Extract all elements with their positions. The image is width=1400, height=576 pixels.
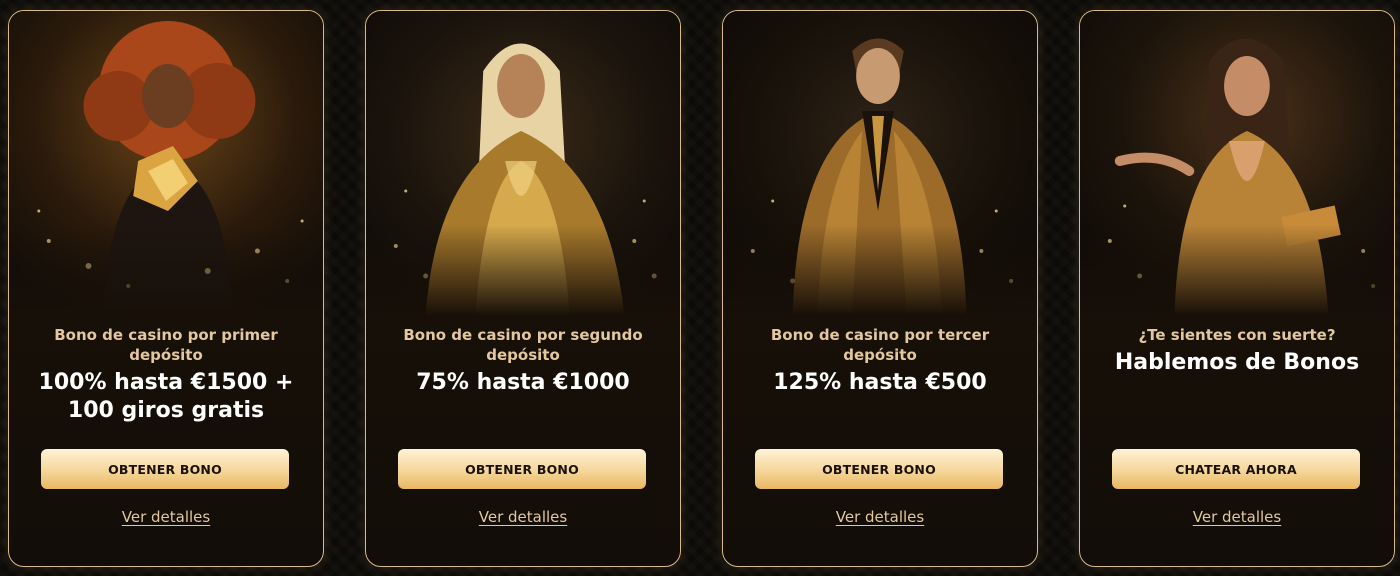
get-bonus-button[interactable]: OBTENER BONO (41, 449, 289, 489)
card-headline: 75% hasta €1000 (416, 370, 630, 395)
card-headline: Hablemos de Bonos (1114, 350, 1360, 375)
chat-now-button[interactable]: CHATEAR AHORA (1112, 449, 1360, 489)
card-content: Bono de casino por tercer depósito 125% … (723, 325, 1037, 397)
bonus-card-third-deposit: Bono de casino por tercer depósito 125% … (722, 10, 1038, 567)
card-content: Bono de casino por primer depósito 100% … (9, 325, 323, 425)
get-bonus-button[interactable]: OBTENER BONO (398, 449, 646, 489)
card-illustration (1080, 11, 1394, 316)
card-illustration (366, 11, 680, 316)
card-headline: 100% hasta €1500 + 100 giros gratis (38, 370, 294, 423)
card-illustration (723, 11, 1037, 316)
card-subtitle: Bono de casino por segundo depósito (403, 326, 643, 364)
see-details-link[interactable]: Ver detalles (723, 508, 1037, 526)
see-details-link[interactable]: Ver detalles (9, 508, 323, 526)
card-content: ¿Te sientes con suerte? Hablemos de Bono… (1080, 325, 1394, 377)
card-headline: 125% hasta €500 (773, 370, 987, 395)
bonus-card-row: Bono de casino por primer depósito 100% … (8, 10, 1395, 567)
bonus-card-first-deposit: Bono de casino por primer depósito 100% … (8, 10, 324, 567)
see-details-link[interactable]: Ver detalles (366, 508, 680, 526)
card-content: Bono de casino por segundo depósito 75% … (366, 325, 680, 397)
bonus-card-chat: ¿Te sientes con suerte? Hablemos de Bono… (1079, 10, 1395, 567)
card-subtitle: Bono de casino por tercer depósito (770, 326, 990, 364)
get-bonus-button[interactable]: OBTENER BONO (755, 449, 1003, 489)
card-illustration (9, 11, 323, 316)
card-subtitle: Bono de casino por primer depósito (54, 326, 278, 364)
bonus-card-second-deposit: Bono de casino por segundo depósito 75% … (365, 10, 681, 567)
card-subtitle: ¿Te sientes con suerte? (1138, 326, 1336, 344)
see-details-link[interactable]: Ver detalles (1080, 508, 1394, 526)
